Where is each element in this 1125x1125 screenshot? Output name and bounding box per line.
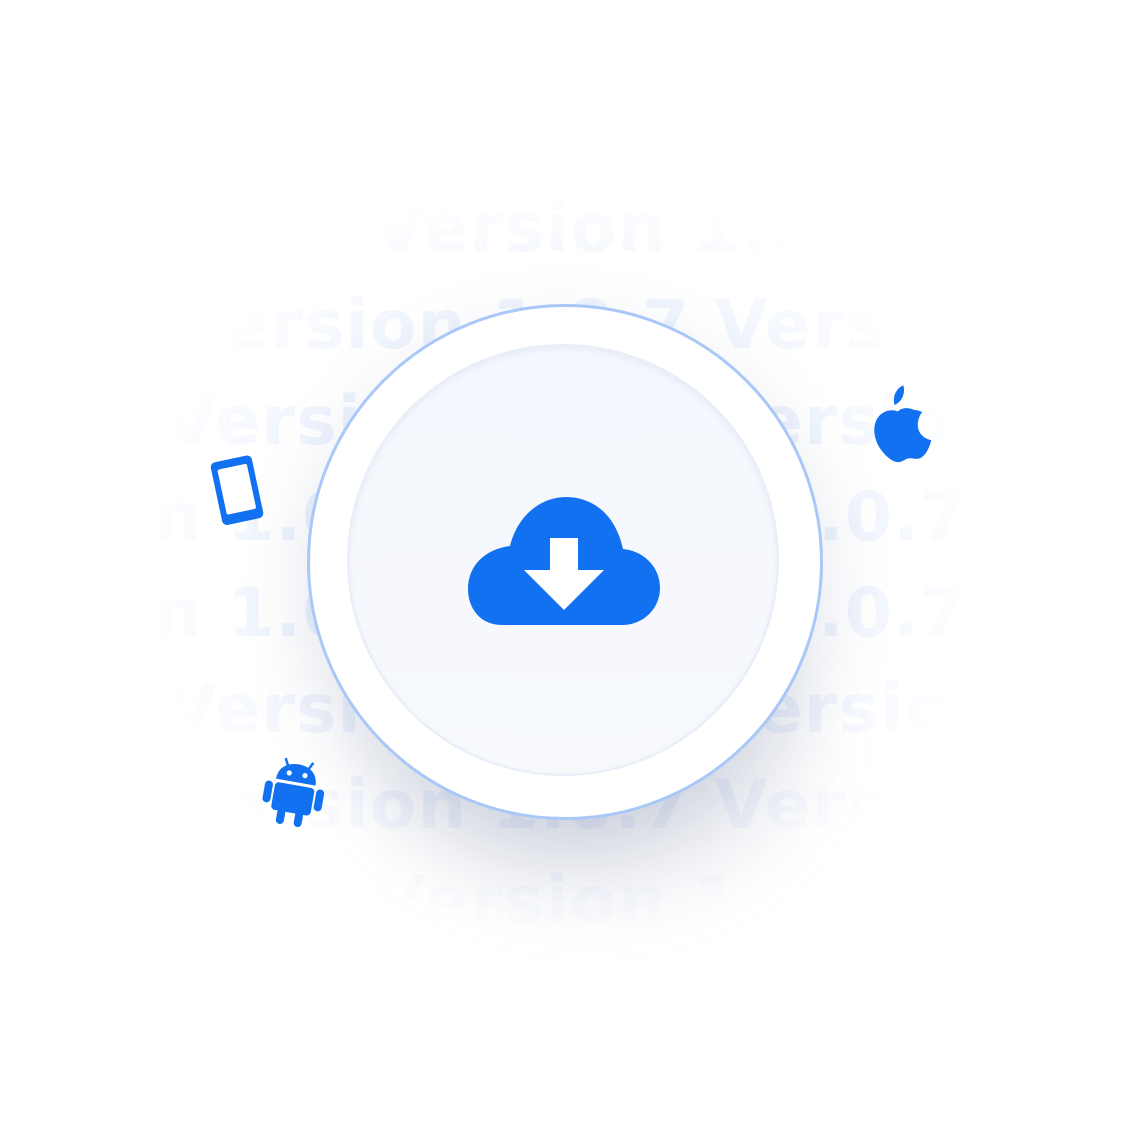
apple-icon — [874, 385, 932, 463]
android-icon — [262, 757, 325, 828]
watermark-line: Version 1.0.7 Version 1.0.7 Version 1.0.… — [0, 189, 1125, 268]
download-illustration: Version 1.0.7 Version 1.0.7 Version 1.0.… — [0, 0, 1125, 1125]
arrow-shaft — [550, 538, 578, 571]
cloud-download-icon[interactable] — [466, 494, 662, 628]
tablet-icon — [210, 455, 264, 525]
